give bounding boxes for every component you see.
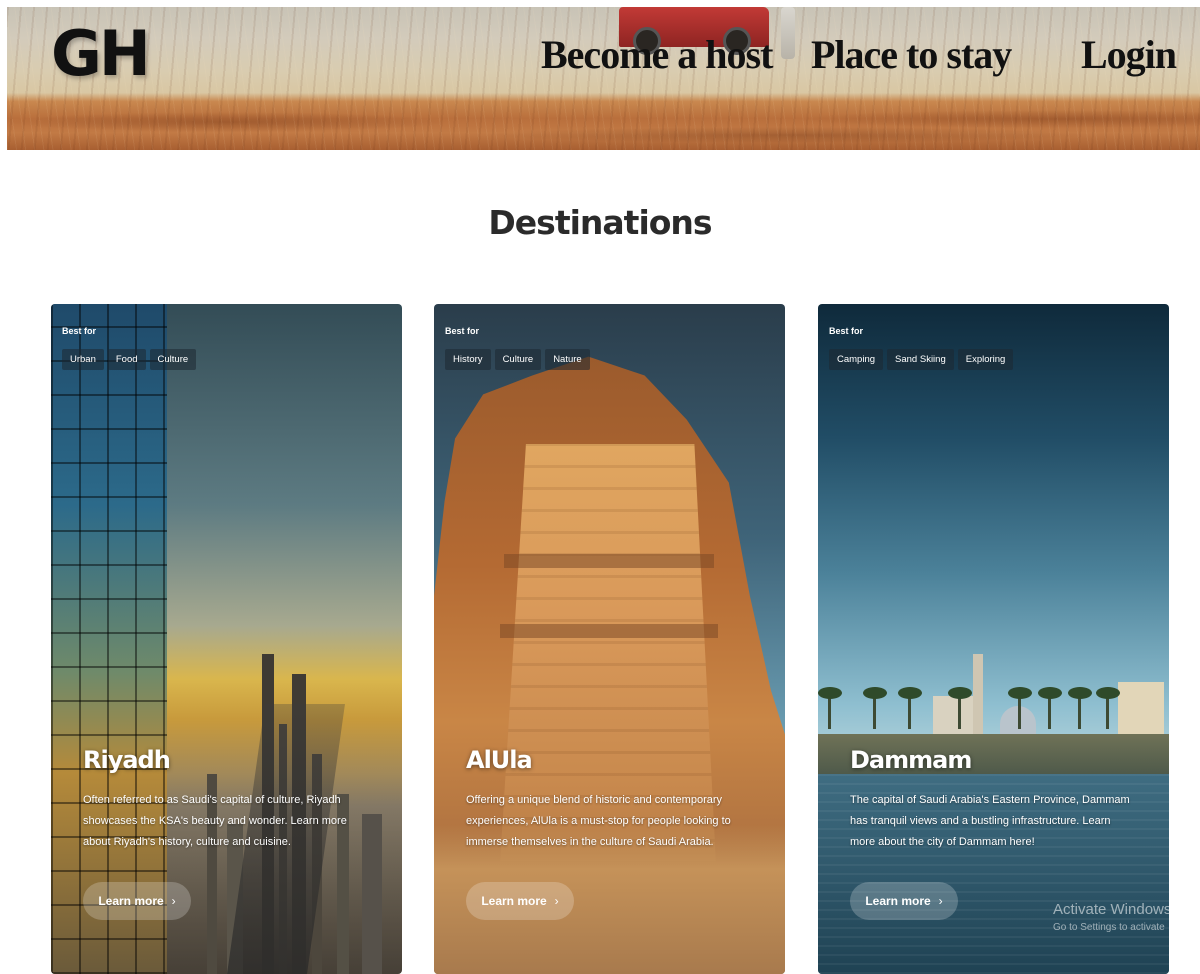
- watermark-title: Activate Windows: [1053, 901, 1172, 918]
- learn-more-button[interactable]: Learn more ›: [850, 882, 958, 920]
- header-background-person: [781, 7, 795, 59]
- riyadh-glass-tower: [51, 304, 167, 974]
- destination-card-riyadh[interactable]: Best for Urban Food Culture Riyadh Often…: [51, 304, 402, 974]
- tag[interactable]: Camping: [829, 349, 884, 370]
- card-description: Often referred to as Saudi's capital of …: [83, 794, 347, 848]
- tag[interactable]: Sand Skiing: [887, 349, 954, 370]
- card-image-dammam: [818, 304, 1169, 974]
- dammam-building: [933, 696, 975, 734]
- site-logo[interactable]: GH: [51, 17, 151, 90]
- tag[interactable]: Culture: [149, 349, 197, 370]
- best-for-label: Best for: [62, 326, 97, 336]
- card-description: The capital of Saudi Arabia's Eastern Pr…: [850, 794, 1130, 848]
- alula-ledge: [500, 624, 718, 638]
- watermark-subtitle: Go to Settings to activate: [1053, 922, 1165, 933]
- dammam-minaret: [973, 654, 983, 734]
- destination-card-alula[interactable]: Best for History Culture Nature AlUla Of…: [434, 304, 785, 974]
- nav-place-to-stay-link[interactable]: Place to stay: [811, 31, 1012, 78]
- best-for-label: Best for: [829, 326, 864, 336]
- learn-more-label: Learn more: [865, 894, 931, 908]
- palm-tree: [1068, 687, 1092, 729]
- destination-card-dammam[interactable]: Best for Camping Sand Skiing Exploring D…: [818, 304, 1169, 974]
- nav-become-host-link[interactable]: Become a host: [541, 31, 773, 78]
- learn-more-label: Learn more: [98, 894, 164, 908]
- tag-list: Urban Food Culture: [62, 349, 197, 370]
- nav-login-link[interactable]: Login: [1081, 31, 1177, 78]
- palm-tree: [1008, 687, 1032, 729]
- card-title: Dammam: [850, 746, 972, 774]
- dammam-building: [1118, 682, 1164, 734]
- tag-list: Camping Sand Skiing Exploring: [829, 349, 1014, 370]
- palm-tree: [1096, 687, 1120, 729]
- activate-windows-watermark: Activate Windows Go to Settings to activ…: [1053, 901, 1171, 933]
- tag[interactable]: History: [445, 349, 491, 370]
- card-title: AlUla: [466, 746, 533, 774]
- palm-tree: [863, 687, 887, 729]
- section-title: Destinations: [488, 203, 712, 242]
- palm-tree: [1038, 687, 1062, 729]
- best-for-label: Best for: [445, 326, 480, 336]
- site-header: GH Become a host Place to stay Login: [7, 7, 1200, 150]
- learn-more-button[interactable]: Learn more ›: [83, 882, 191, 920]
- tag[interactable]: Food: [107, 349, 146, 370]
- chevron-right-icon: ›: [171, 894, 176, 908]
- tag[interactable]: Culture: [494, 349, 542, 370]
- tag[interactable]: Exploring: [957, 349, 1014, 370]
- tag[interactable]: Nature: [545, 349, 590, 370]
- palm-tree: [898, 687, 922, 729]
- chevron-right-icon: ›: [554, 894, 559, 908]
- card-image-alula: [434, 304, 785, 974]
- tag[interactable]: Urban: [62, 349, 104, 370]
- chevron-right-icon: ›: [938, 894, 943, 908]
- palm-tree: [948, 687, 972, 729]
- card-image-riyadh: [51, 304, 402, 974]
- learn-more-button[interactable]: Learn more ›: [466, 882, 574, 920]
- tag-list: History Culture Nature: [445, 349, 590, 370]
- palm-tree: [818, 687, 842, 729]
- card-description: Offering a unique blend of historic and …: [466, 794, 731, 848]
- learn-more-label: Learn more: [481, 894, 547, 908]
- card-title: Riyadh: [83, 746, 171, 774]
- alula-ledge: [504, 554, 714, 568]
